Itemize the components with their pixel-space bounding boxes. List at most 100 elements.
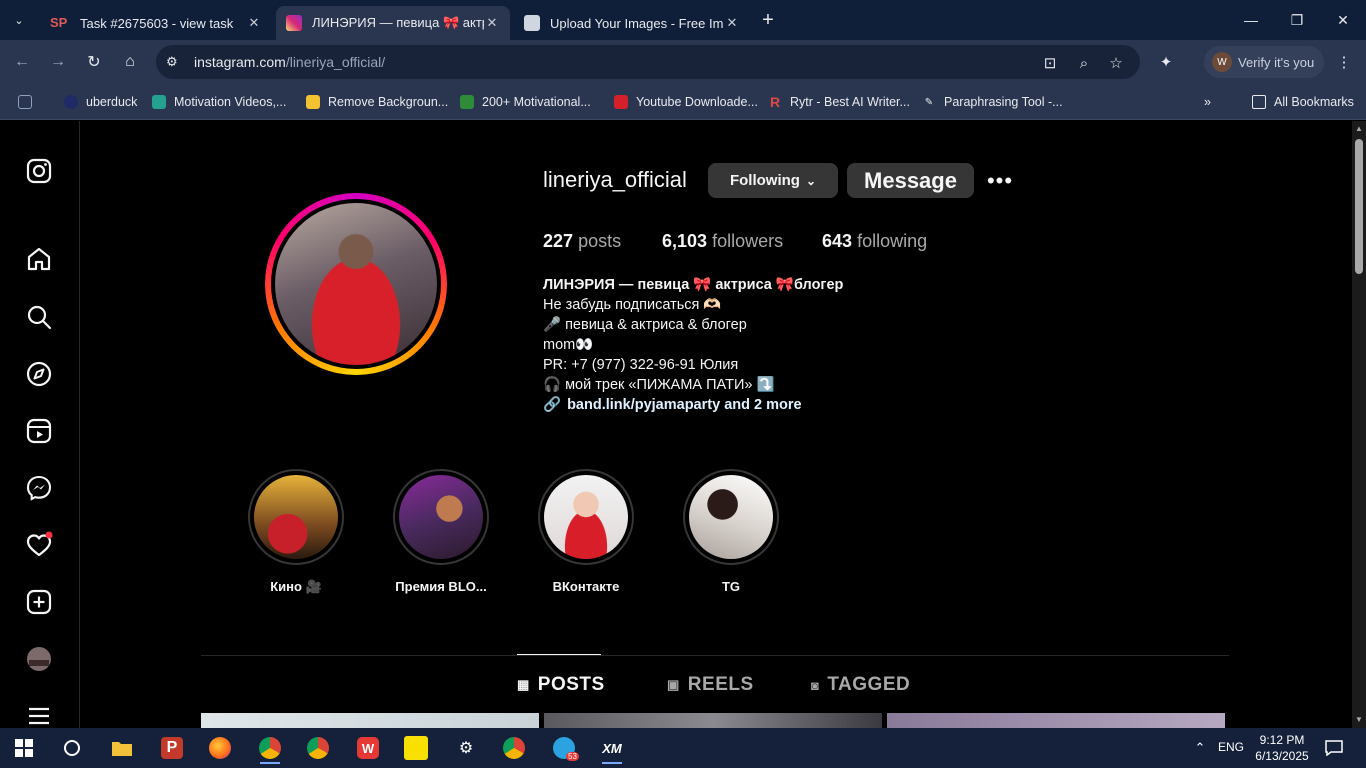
close-tab-icon[interactable]: ✕	[484, 15, 500, 31]
bookmark-uberduck[interactable]: uberduck	[64, 92, 137, 112]
tab-title: ЛИНЭРИЯ — певица 🎀 актриса	[312, 15, 484, 30]
highlight-ring	[248, 469, 344, 565]
story-highlight[interactable]: TG	[681, 469, 781, 594]
forward-icon[interactable]: →	[46, 50, 70, 74]
bio-link-row[interactable]: 🔗 band.link/pyjamaparty and 2 more	[543, 395, 843, 415]
tab-search-button[interactable]: ⌄	[6, 8, 32, 32]
reload-icon[interactable]: ↻	[82, 50, 106, 74]
highlight-label: TG	[721, 579, 741, 594]
more-options-icon[interactable]: •••	[985, 167, 1015, 195]
file-explorer-icon[interactable]	[102, 732, 142, 764]
bookmarks-bar: uberduck Motivation Videos,... Remove Ba…	[0, 84, 1366, 120]
xm-trading-icon[interactable]: XM	[592, 732, 632, 764]
minimize-icon[interactable]: —	[1228, 8, 1274, 32]
download-icon	[614, 95, 628, 109]
story-highlight[interactable]: ВКонтакте	[536, 469, 636, 594]
zoom-icon[interactable]: ⌕	[1074, 53, 1094, 73]
story-highlight[interactable]: Премия BLO...	[391, 469, 491, 594]
system-tray-chevron-icon[interactable]: ⌃	[1180, 732, 1220, 764]
bookmark-youtube[interactable]: Youtube Downloade...	[614, 92, 758, 112]
following-count[interactable]: 643 following	[822, 231, 927, 252]
profile-username: lineriya_official	[543, 167, 687, 192]
chrome-profile-icon[interactable]	[298, 732, 338, 764]
scroll-down-icon[interactable]: ▼	[1355, 716, 1363, 724]
chrome-icon[interactable]	[250, 732, 290, 764]
home-icon[interactable]: ⌂	[118, 50, 142, 74]
bookmark-paraphrasing[interactable]: ✎ Paraphrasing Tool -...	[922, 92, 1063, 112]
address-bar[interactable]: ⚙ instagram.com/lineriya_official/ ⊡ ⌕ ☆	[156, 45, 1140, 79]
page-scrollbar[interactable]: ▲ ▼	[1352, 121, 1366, 728]
post-thumbnail[interactable]	[201, 713, 539, 728]
reels-icon[interactable]	[22, 414, 56, 448]
bookmark-remove-bg[interactable]: Remove Backgroun...	[306, 92, 448, 112]
folder-icon	[1252, 95, 1266, 109]
bookmark-rytr[interactable]: R Rytr - Best AI Writer...	[768, 92, 910, 112]
highlight-cover	[689, 475, 773, 559]
verify-profile-button[interactable]: W Verify it's you	[1204, 46, 1324, 78]
uberduck-icon	[64, 95, 78, 109]
profile-avatar-ring[interactable]	[265, 193, 447, 375]
back-icon[interactable]: ←	[10, 50, 34, 74]
instagram-page: lineriya_official Following ⌄ Message ••…	[0, 121, 1352, 728]
scroll-up-icon[interactable]: ▲	[1355, 125, 1363, 133]
bookmarks-overflow-icon[interactable]: »	[1204, 92, 1211, 112]
story-highlight[interactable]: Кино 🎥	[246, 469, 346, 595]
tab-reels[interactable]: ▣ REELS	[667, 674, 754, 696]
message-button[interactable]: Message	[847, 163, 974, 198]
explore-icon[interactable]	[22, 357, 56, 391]
browser-tab-task[interactable]: SP Task #2675603 - view task ✕	[40, 6, 272, 40]
more-menu-icon[interactable]	[22, 699, 56, 728]
chrome-alt-icon[interactable]	[494, 732, 534, 764]
search-circle-icon[interactable]	[52, 732, 92, 764]
bookmark-motivation[interactable]: Motivation Videos,...	[152, 92, 286, 112]
browser-menu-icon[interactable]: ⋮	[1334, 52, 1354, 72]
browser-tab-upload[interactable]: Upload Your Images - Free Imag ✕	[514, 6, 750, 40]
windows-taskbar: P W ⚙ 53 XM ⌃ ENG 9:12 PM 6/13/2025	[0, 728, 1366, 768]
profile-avatar	[271, 199, 441, 369]
search-icon[interactable]	[22, 300, 56, 334]
close-window-icon[interactable]: ✕	[1320, 8, 1366, 32]
tab-title: Upload Your Images - Free Imag	[550, 15, 724, 31]
instagram-logo-icon[interactable]	[22, 154, 56, 188]
install-app-icon[interactable]: ⊡	[1040, 53, 1060, 73]
notifications-icon[interactable]	[1314, 732, 1354, 764]
highlight-label: Кино 🎥	[270, 579, 322, 594]
highlight-label: ВКонтакте	[552, 579, 620, 594]
restore-icon[interactable]: ❐	[1274, 8, 1320, 32]
exness-icon[interactable]	[396, 732, 436, 764]
highlight-cover	[544, 475, 628, 559]
notifications-heart-icon[interactable]	[22, 528, 56, 562]
app-p-icon[interactable]: P	[152, 732, 192, 764]
firefox-icon[interactable]	[200, 732, 240, 764]
site-info-icon[interactable]: ⚙	[166, 54, 184, 70]
tab-tagged[interactable]: ◙ TAGGED	[811, 674, 910, 696]
scrollbar-thumb[interactable]	[1355, 139, 1363, 274]
bio-link[interactable]: band.link/pyjamaparty and 2 more	[567, 397, 802, 413]
create-icon[interactable]	[22, 585, 56, 619]
wps-office-icon[interactable]: W	[348, 732, 388, 764]
bookmark-motivational[interactable]: 200+ Motivational...	[460, 92, 591, 112]
browser-tab-instagram[interactable]: ЛИНЭРИЯ — певица 🎀 актриса ✕	[276, 6, 510, 40]
new-tab-button[interactable]: +	[756, 8, 780, 32]
followers-count[interactable]: 6,103 followers	[662, 231, 783, 252]
home-icon[interactable]	[22, 242, 56, 276]
messenger-icon[interactable]	[22, 471, 56, 505]
bookmark-star-icon[interactable]: ☆	[1106, 53, 1126, 73]
telegram-icon[interactable]: 53	[544, 732, 584, 764]
taskbar-clock[interactable]: 9:12 PM 6/13/2025	[1252, 732, 1312, 764]
windows-start-icon[interactable]	[4, 732, 44, 764]
tab-posts[interactable]: ▦ POSTS	[517, 674, 605, 696]
highlight-label: Премия BLO...	[395, 579, 487, 594]
profile-avatar[interactable]	[22, 642, 56, 676]
close-tab-icon[interactable]: ✕	[724, 15, 740, 31]
apps-grid-icon[interactable]	[18, 92, 40, 112]
language-indicator[interactable]: ENG	[1218, 740, 1244, 754]
post-thumbnail[interactable]	[544, 713, 882, 728]
settings-gear-icon[interactable]: ⚙	[446, 732, 486, 764]
close-tab-icon[interactable]: ✕	[246, 15, 262, 31]
all-bookmarks-folder[interactable]: All Bookmarks	[1252, 92, 1354, 112]
post-thumbnail[interactable]	[887, 713, 1225, 728]
extensions-icon[interactable]: ✦	[1156, 52, 1176, 72]
highlight-cover	[399, 475, 483, 559]
following-button[interactable]: Following ⌄	[708, 163, 838, 198]
